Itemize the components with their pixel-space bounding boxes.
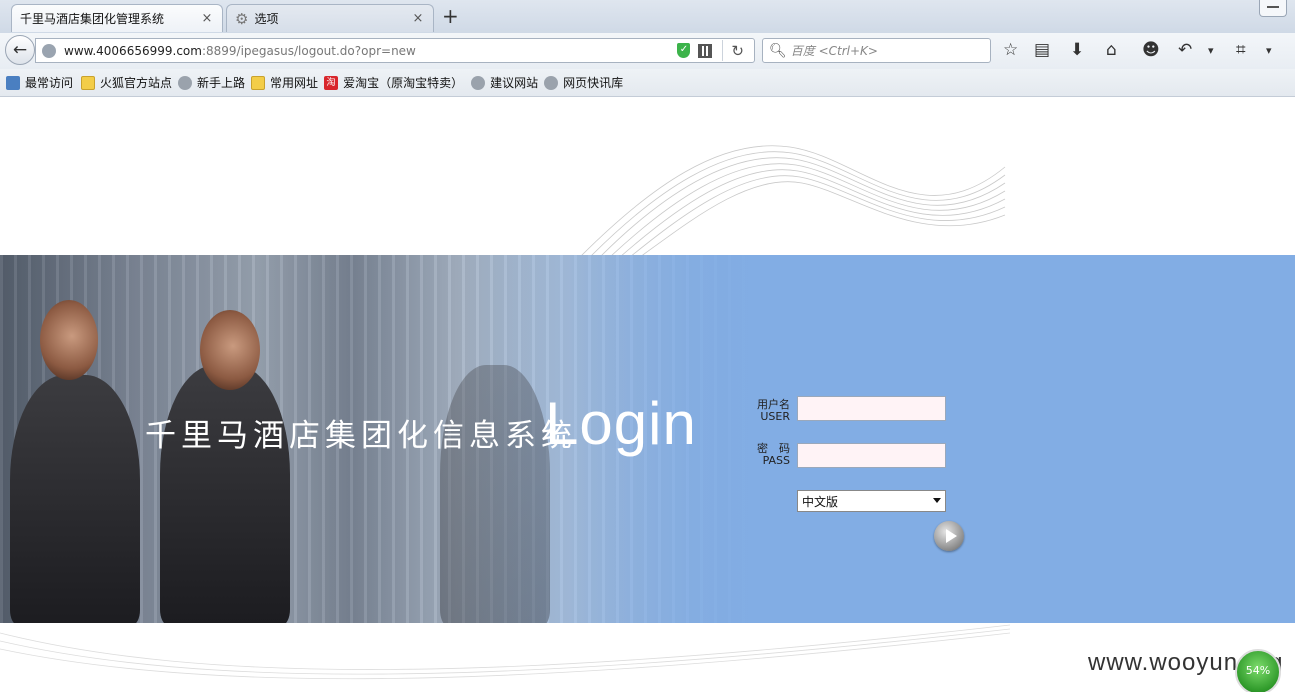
bookmark-label: 火狐官方站点 (100, 76, 173, 90)
decorative-swirl (579, 145, 1006, 257)
chat-icon[interactable]: ☻ (1142, 40, 1160, 60)
bookmark-item[interactable]: 常用网址 (251, 74, 318, 91)
reflection (440, 365, 550, 623)
tab-strip: 千里马酒店集团化管理系统 × ⚙ 选项 × + (0, 0, 1295, 34)
search-placeholder: 百度 <Ctrl+K> (790, 44, 878, 58)
bookmark-item[interactable]: 网页快讯库 (544, 74, 623, 91)
url-text[interactable]: www.4006656999.com:8899/ipegasus/logout.… (64, 44, 677, 58)
chevron-down-icon[interactable]: ▾ (1208, 44, 1214, 57)
search-bar[interactable]: 🔍︎ 百度 <Ctrl+K> (762, 38, 991, 63)
home-icon[interactable]: ⌂ (1106, 40, 1117, 60)
globe-icon (471, 75, 486, 90)
password-label: 密 码 PASS (748, 443, 790, 467)
folder-icon (251, 75, 266, 90)
password-field[interactable] (797, 443, 946, 468)
chevron-down-icon (933, 498, 941, 503)
bookmark-label: 新手上路 (197, 76, 246, 90)
download-icon[interactable]: ⬇ (1070, 40, 1084, 60)
system-name: 千里马酒店集团化信息系统 (145, 418, 577, 454)
bookmark-label: 建议网站 (490, 76, 539, 90)
play-arrow-icon (946, 529, 957, 543)
folder-icon (81, 75, 96, 90)
minimize-button[interactable] (1259, 0, 1287, 17)
navigation-bar: ← www.4006656999.com:8899/ipegasus/logou… (0, 33, 1295, 69)
login-page: 千里马酒店集团化信息系统 Login 用户名 USER 密 码 PASS 中文版… (0, 97, 1295, 692)
bookmarks-toolbar: 最常访问 火狐官方站点 新手上路 常用网址 淘爱淘宝（原淘宝特卖） 建议网站 网… (0, 69, 1295, 97)
username-label: 用户名 USER (748, 399, 790, 423)
decorative-swirl-lower (0, 624, 1010, 680)
globe-icon (544, 75, 559, 90)
tab-options[interactable]: ⚙ 选项 × (226, 4, 434, 32)
username-field[interactable] (797, 396, 946, 421)
bookmark-star-icon[interactable]: ☆ (1003, 40, 1018, 60)
close-icon[interactable]: × (200, 11, 214, 26)
person-right-head (200, 310, 260, 390)
reading-list-icon[interactable]: ▤ (1034, 40, 1050, 60)
most-visited-icon (6, 75, 20, 90)
language-select-value: 中文版 (802, 495, 839, 509)
speed-meter-widget[interactable]: 54% (1235, 649, 1281, 692)
tab-login-system[interactable]: 千里马酒店集团化管理系统 × (11, 4, 223, 32)
back-button[interactable]: ← (5, 35, 35, 65)
login-banner: 千里马酒店集团化信息系统 Login 用户名 USER 密 码 PASS 中文版 (0, 255, 1295, 623)
bookmark-item[interactable]: 最常访问 (6, 74, 73, 91)
bookmark-label: 网页快讯库 (563, 76, 624, 90)
person-left (10, 375, 140, 623)
crop-icon[interactable]: ⌗ (1236, 40, 1246, 60)
menu-chevron-icon[interactable]: ▾ (1266, 44, 1272, 57)
search-icon: 🔍︎ (769, 42, 787, 59)
password-label-en: PASS (762, 454, 790, 467)
bookmark-item[interactable]: 新手上路 (178, 74, 245, 91)
new-tab-button[interactable]: + (442, 4, 459, 28)
shield-icon[interactable]: ✓ (677, 43, 691, 58)
login-title: Login (545, 390, 697, 457)
tab-label: 选项 (254, 12, 279, 26)
undo-icon[interactable]: ↶ (1178, 40, 1192, 60)
bookmark-label: 常用网址 (270, 76, 319, 90)
person-right (160, 365, 290, 623)
username-label-en: USER (760, 410, 790, 423)
globe-icon (42, 43, 56, 58)
bookmark-label: 最常访问 (25, 76, 74, 90)
taobao-icon: 淘 (324, 75, 339, 90)
url-host: www.4006656999.com (64, 43, 202, 58)
divider (722, 40, 724, 61)
bookmark-item[interactable]: 淘爱淘宝（原淘宝特卖） (324, 74, 463, 91)
url-path: :8899/ipegasus/logout.do?opr=new (201, 43, 416, 58)
tab-label: 千里马酒店集团化管理系统 (20, 12, 165, 26)
arrow-left-icon: ← (12, 40, 28, 60)
globe-icon (178, 75, 193, 90)
bookmark-item[interactable]: 建议网站 (471, 74, 538, 91)
url-bar[interactable]: www.4006656999.com:8899/ipegasus/logout.… (35, 38, 755, 63)
person-left-head (40, 300, 98, 380)
bookmark-item[interactable]: 火狐官方站点 (81, 74, 172, 91)
gear-icon: ⚙ (235, 9, 249, 28)
login-submit-button[interactable] (934, 521, 964, 551)
close-icon[interactable]: × (411, 11, 425, 26)
qr-code-icon[interactable] (698, 43, 713, 58)
language-select[interactable]: 中文版 (797, 490, 946, 512)
bookmark-label: 爱淘宝（原淘宝特卖） (343, 76, 464, 90)
reload-icon[interactable]: ↻ (731, 42, 744, 60)
